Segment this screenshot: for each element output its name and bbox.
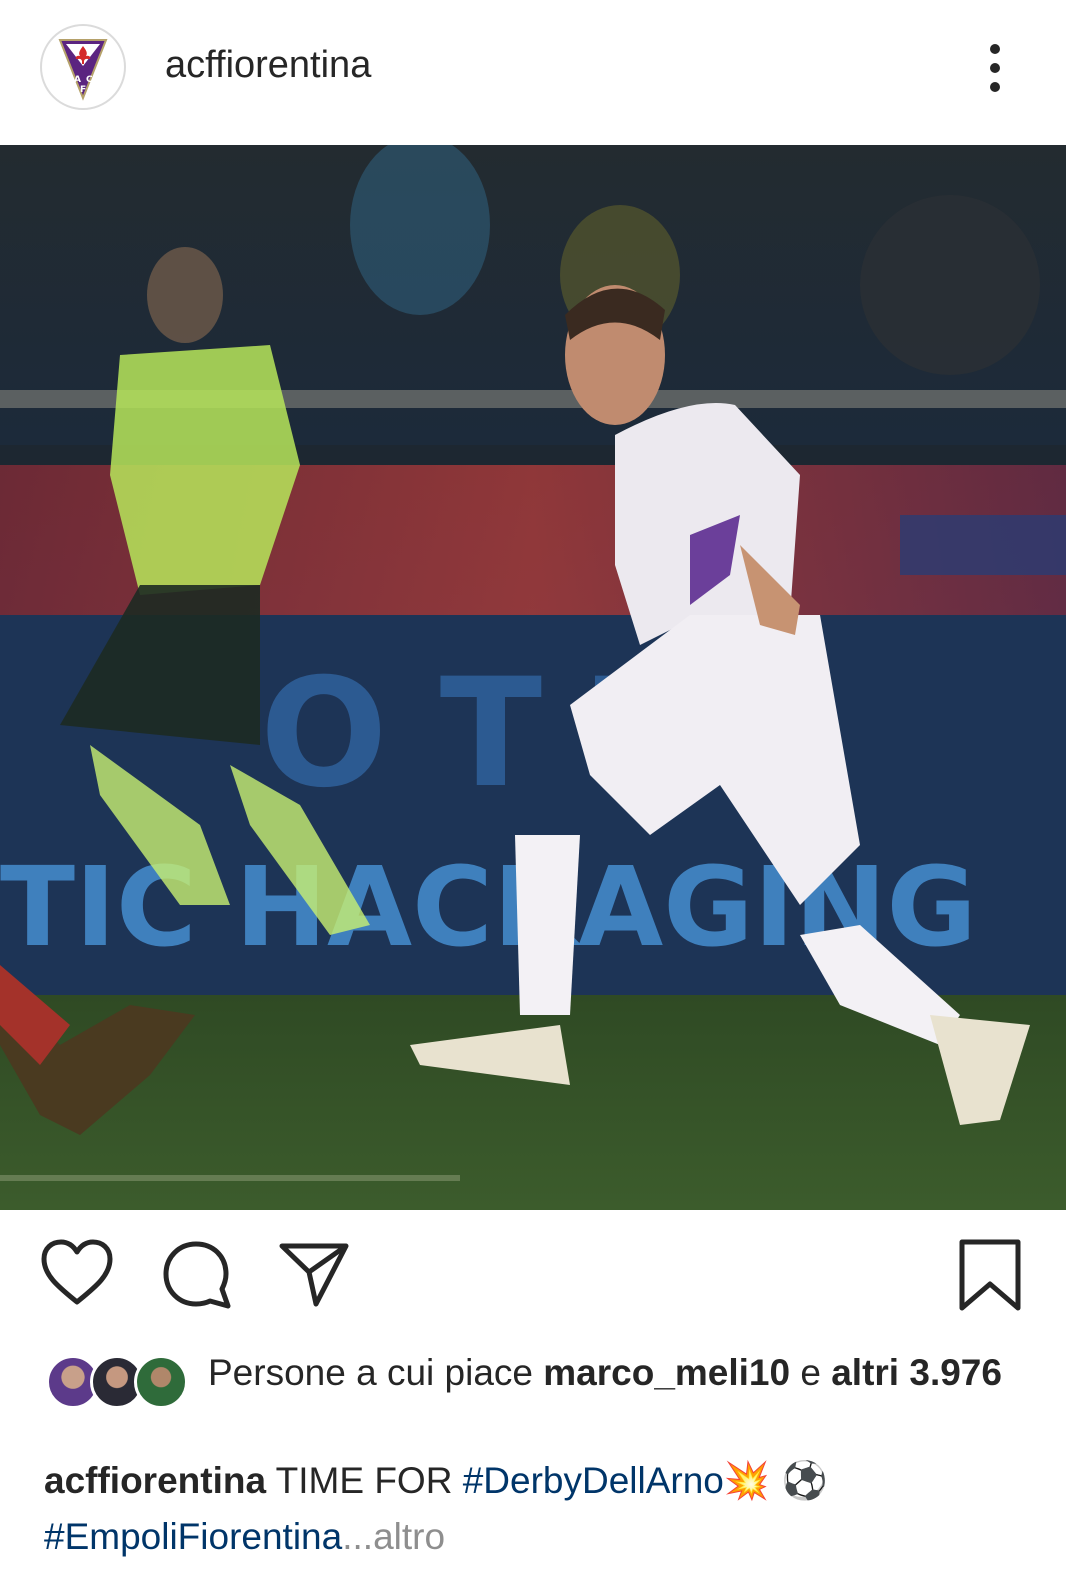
- likes-prefix: Persone a cui piace: [208, 1352, 544, 1393]
- more-dot: [990, 82, 1000, 92]
- caption-ellipsis: ...: [342, 1516, 374, 1557]
- likes-others[interactable]: altri 3.976: [831, 1352, 1002, 1393]
- send-icon: [279, 1243, 349, 1307]
- more-dot: [990, 63, 1000, 73]
- caption-username[interactable]: acffiorentina: [44, 1460, 266, 1501]
- save-button[interactable]: [956, 1238, 1024, 1319]
- bookmark-icon: [959, 1239, 1021, 1311]
- more-link[interactable]: altro: [373, 1516, 445, 1557]
- likes-count[interactable]: Persone a cui piace marco_meli10 e altri…: [208, 1349, 1008, 1397]
- soccer-ball-emoji: ⚽: [769, 1459, 828, 1502]
- action-bar: [0, 1238, 1080, 1318]
- svg-text:C: C: [86, 75, 93, 85]
- svg-text:F: F: [80, 85, 86, 95]
- fiorentina-crest-icon: A C F: [58, 39, 108, 101]
- profile-avatar[interactable]: A C F: [40, 24, 126, 110]
- heart-icon: [41, 1239, 113, 1305]
- more-options-button[interactable]: [970, 38, 1020, 98]
- hashtag-empoli-fiorentina[interactable]: #EmpoliFiorentina: [44, 1516, 342, 1557]
- more-vertical-icon: [990, 44, 1000, 54]
- post-caption: acffiorentina TIME FOR #DerbyDellArno💥 ⚽…: [44, 1453, 1044, 1565]
- post-username[interactable]: acffiorentina: [165, 44, 371, 87]
- post-photo-illustration: O T T TIC HACKAGING: [0, 145, 1066, 1210]
- comment-button[interactable]: [160, 1238, 234, 1317]
- post-header: A C F acffiorentina: [0, 0, 1080, 145]
- like-button[interactable]: [40, 1238, 114, 1313]
- hashtag-derby[interactable]: #DerbyDellArno: [463, 1460, 724, 1501]
- share-button[interactable]: [276, 1238, 352, 1315]
- liker-avatars[interactable]: [46, 1355, 188, 1413]
- caption-text: TIME FOR: [266, 1460, 463, 1501]
- svg-text:A: A: [74, 75, 81, 85]
- comment-icon: [163, 1241, 231, 1309]
- collision-emoji: 💥: [723, 1459, 770, 1502]
- liker-username[interactable]: marco_meli10: [543, 1352, 790, 1393]
- likes-conj: e: [790, 1352, 832, 1393]
- avatar: [134, 1355, 188, 1409]
- post-image[interactable]: O T T TIC HACKAGING: [0, 145, 1066, 1210]
